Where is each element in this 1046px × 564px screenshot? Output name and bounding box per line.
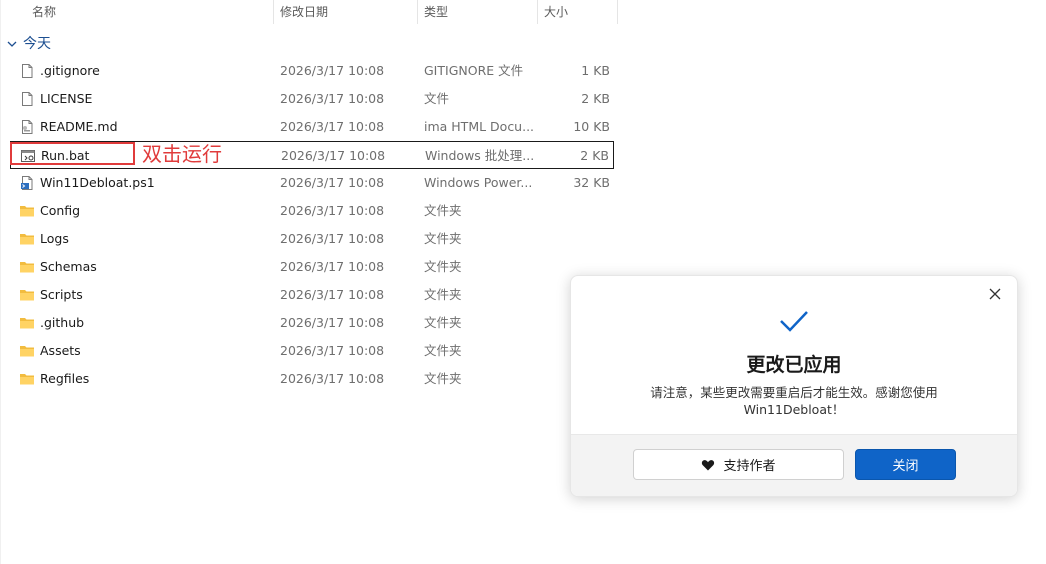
markdown-file-icon xyxy=(22,120,33,134)
folder-row[interactable]: Scripts 2026/3/17 10:08 文件夹 xyxy=(10,281,614,309)
folder-row[interactable]: Schemas 2026/3/17 10:08 文件夹 xyxy=(10,253,614,281)
folder-name: Regfiles xyxy=(40,371,90,386)
column-name-header[interactable]: 名称 xyxy=(26,0,272,24)
file-type: 文件夹 xyxy=(424,259,462,274)
column-type-header[interactable]: 类型 xyxy=(418,0,536,24)
file-type: 文件夹 xyxy=(424,203,462,218)
close-icon[interactable] xyxy=(985,284,1005,304)
file-date: 2026/3/17 10:08 xyxy=(280,231,385,246)
dialog-title: 更改已应用 xyxy=(746,354,842,376)
group-label: 今天 xyxy=(23,36,51,52)
file-size: 32 KB xyxy=(573,175,610,190)
chevron-down-icon xyxy=(7,41,17,47)
file-size: 1 KB xyxy=(581,63,610,78)
file-date: 2026/3/17 10:08 xyxy=(280,371,385,386)
folder-icon xyxy=(20,374,34,385)
file-row[interactable]: Win11Debloat.ps1 2026/3/17 10:08 Windows… xyxy=(10,169,614,197)
file-size: 2 KB xyxy=(580,148,609,163)
file-size: 2 KB xyxy=(581,91,610,106)
file-type: Windows Power... xyxy=(424,175,533,190)
file-icon xyxy=(22,92,33,106)
folder-icon xyxy=(20,234,34,245)
file-date: 2026/3/17 10:08 xyxy=(280,203,385,218)
close-button-label: 关闭 xyxy=(892,459,919,474)
file-name: README.md xyxy=(40,119,118,134)
folder-name: Schemas xyxy=(40,259,97,274)
folder-row[interactable]: .github 2026/3/17 10:08 文件夹 xyxy=(10,309,614,337)
file-date: 2026/3/17 10:08 xyxy=(280,119,385,134)
column-header: 名称 修改日期 类型 大小 xyxy=(0,0,620,26)
file-type: 文件夹 xyxy=(424,371,462,386)
file-date: 2026/3/17 10:08 xyxy=(280,287,385,302)
folder-icon xyxy=(20,262,34,273)
folder-name: Assets xyxy=(40,343,81,358)
support-button-label: 支持作者 xyxy=(723,459,776,474)
dialog-message: 请注意，某些更改需要重启后才能生效。感谢您使用 Win11Debloat！ xyxy=(650,385,938,417)
file-row[interactable]: README.md 2026/3/17 10:08 ima HTML Docu.… xyxy=(10,113,614,141)
window-edge xyxy=(0,0,1,564)
file-row[interactable]: LICENSE 2026/3/17 10:08 文件 2 KB xyxy=(10,85,614,113)
file-date: 2026/3/17 10:08 xyxy=(280,343,385,358)
folder-name: Scripts xyxy=(40,287,83,302)
file-type: ima HTML Docu... xyxy=(424,119,535,134)
folder-row[interactable]: Assets 2026/3/17 10:08 文件夹 xyxy=(10,337,614,365)
file-row[interactable]: .gitignore 2026/3/17 10:08 GITIGNORE 文件 … xyxy=(10,57,614,85)
file-date: 2026/3/17 10:08 xyxy=(280,259,385,274)
changes-applied-dialog: 更改已应用 请注意，某些更改需要重启后才能生效。感谢您使用 Win11Deblo… xyxy=(570,275,1018,497)
powershell-file-icon xyxy=(21,176,33,190)
folder-name: Config xyxy=(40,203,81,218)
file-type: GITIGNORE 文件 xyxy=(424,63,524,78)
file-name: .gitignore xyxy=(40,63,100,78)
file-name: LICENSE xyxy=(40,91,93,106)
file-type: 文件夹 xyxy=(424,343,462,358)
column-divider[interactable] xyxy=(617,0,618,24)
file-type: 文件 xyxy=(424,91,450,106)
annotation-highlight-box xyxy=(10,142,135,165)
folder-icon xyxy=(20,318,34,329)
folder-row[interactable]: Config 2026/3/17 10:08 文件夹 xyxy=(10,197,614,225)
checkmark-icon xyxy=(780,311,808,332)
folder-row[interactable]: Logs 2026/3/17 10:08 文件夹 xyxy=(10,225,614,253)
file-date: 2026/3/17 10:08 xyxy=(280,315,385,330)
folder-icon xyxy=(20,346,34,357)
dialog-footer: 支持作者 关闭 xyxy=(571,434,1017,496)
file-type: 文件夹 xyxy=(424,231,462,246)
column-size-header[interactable]: 大小 xyxy=(538,0,616,24)
file-date: 2026/3/17 10:08 xyxy=(280,63,385,78)
folder-icon xyxy=(20,206,34,217)
file-type: 文件夹 xyxy=(424,287,462,302)
file-type: Windows 批处理... xyxy=(425,148,535,163)
folder-row[interactable]: Regfiles 2026/3/17 10:08 文件夹 xyxy=(10,365,614,393)
support-author-button[interactable]: 支持作者 xyxy=(633,449,844,480)
folder-icon xyxy=(20,290,34,301)
folder-name: Logs xyxy=(40,231,69,246)
group-header-today[interactable]: 今天 xyxy=(6,33,51,55)
folder-name: .github xyxy=(40,315,85,330)
file-size: 10 KB xyxy=(573,119,610,134)
file-date: 2026/3/17 10:08 xyxy=(281,148,386,163)
close-button[interactable]: 关闭 xyxy=(855,449,956,480)
file-icon xyxy=(22,64,33,78)
column-date-header[interactable]: 修改日期 xyxy=(274,0,416,24)
file-name: Win11Debloat.ps1 xyxy=(40,175,155,190)
file-date: 2026/3/17 10:08 xyxy=(280,91,385,106)
file-type: 文件夹 xyxy=(424,315,462,330)
file-explorer-window: 名称 修改日期 类型 大小 今天 .gitignore 2026/3/17 10… xyxy=(0,0,1046,564)
annotation-label: 双击运行 xyxy=(142,142,222,166)
file-date: 2026/3/17 10:08 xyxy=(280,175,385,190)
heart-icon xyxy=(702,459,715,470)
